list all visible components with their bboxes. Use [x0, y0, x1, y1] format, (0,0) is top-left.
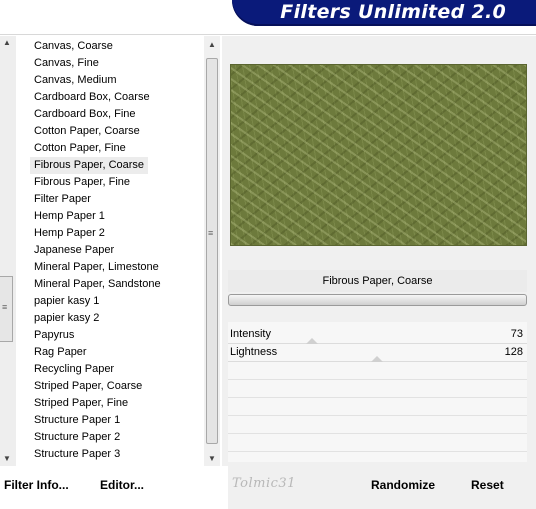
- grip-icon: ≡: [2, 302, 8, 312]
- filter-info-button[interactable]: Filter Info...: [4, 478, 69, 492]
- filter-list-scroll-thumb[interactable]: ≡: [206, 58, 218, 444]
- grip-icon: ≡: [208, 228, 214, 238]
- selected-filter-name: Fibrous Paper, Coarse: [228, 270, 527, 292]
- scroll-down-arrow-icon[interactable]: ▼: [3, 454, 11, 463]
- filter-list-scrollbar[interactable]: ▲ ≡ ▼: [204, 36, 220, 466]
- empty-parameter-row: [228, 362, 527, 380]
- window-title: Filters Unlimited 2.0: [280, 1, 506, 23]
- category-scrollbar[interactable]: ▲ ≡ ▼: [0, 36, 16, 466]
- filter-list-item[interactable]: Fibrous Paper, Fine: [30, 174, 134, 191]
- intensity-value: 73: [510, 328, 523, 340]
- editor-button[interactable]: Editor...: [100, 478, 144, 492]
- empty-parameter-row: [228, 416, 527, 434]
- title-banner: Filters Unlimited 2.0: [232, 0, 536, 26]
- empty-parameter-row: [228, 380, 527, 398]
- filter-list-item[interactable]: Cardboard Box, Fine: [30, 106, 140, 123]
- lightness-value: 128: [504, 346, 523, 358]
- empty-parameter-row: [228, 434, 527, 452]
- filter-list-item[interactable]: Filter Paper: [30, 191, 95, 208]
- filter-list-item[interactable]: Canvas, Medium: [30, 72, 121, 89]
- filter-list-item[interactable]: Mineral Paper, Sandstone: [30, 276, 165, 293]
- filter-list-item[interactable]: Fibrous Paper, Coarse: [30, 157, 149, 174]
- reset-button[interactable]: Reset: [471, 478, 504, 492]
- randomize-button[interactable]: Randomize: [371, 478, 435, 492]
- filter-list-item[interactable]: Canvas, Fine: [30, 55, 103, 72]
- filter-list-item[interactable]: Structure Paper 3: [30, 446, 124, 463]
- filter-list-item[interactable]: Mineral Paper, Limestone: [30, 259, 163, 276]
- filter-list-item[interactable]: Cardboard Box, Coarse: [30, 89, 154, 106]
- filter-list-item[interactable]: Canvas, Coarse: [30, 38, 117, 55]
- preview-image: [230, 64, 527, 246]
- filter-list-item[interactable]: Structure Paper 1: [30, 412, 124, 429]
- filter-list-item[interactable]: Hemp Paper 2: [30, 225, 109, 242]
- parameter-sliders: Intensity 73 Lightness 128: [228, 322, 527, 462]
- signature-watermark: Tolmic31: [232, 476, 296, 491]
- empty-parameter-row: [228, 398, 527, 416]
- filter-list-item[interactable]: Japanese Paper: [30, 242, 118, 259]
- filter-list-item[interactable]: Cotton Paper, Coarse: [30, 123, 144, 140]
- scroll-down-arrow-icon[interactable]: ▼: [208, 454, 216, 463]
- filter-list-item[interactable]: papier kasy 2: [30, 310, 103, 327]
- intensity-label: Intensity: [230, 328, 271, 340]
- filter-list-item[interactable]: Cotton Paper, Fine: [30, 140, 130, 157]
- bottom-bar: Filter Info... Editor... Tolmic31 Random…: [0, 466, 536, 509]
- scroll-up-arrow-icon[interactable]: ▲: [3, 38, 11, 47]
- filter-list-item[interactable]: Papyrus: [30, 327, 78, 344]
- filter-list[interactable]: Canvas, Coarse Canvas, Fine Canvas, Medium…: [18, 36, 204, 466]
- filter-list-item[interactable]: Striped Paper, Fine: [30, 395, 132, 412]
- filter-list-item[interactable]: Structure Paper 2: [30, 429, 124, 446]
- title-divider: [0, 26, 536, 35]
- scroll-up-arrow-icon[interactable]: ▲: [208, 40, 216, 49]
- category-scroll-thumb[interactable]: ≡: [0, 276, 13, 342]
- filter-list-item[interactable]: Recycling Paper: [30, 361, 118, 378]
- filter-list-item[interactable]: Rag Paper: [30, 344, 91, 361]
- intensity-slider[interactable]: Intensity 73: [228, 326, 527, 344]
- lightness-slider[interactable]: Lightness 128: [228, 344, 527, 362]
- filter-list-item[interactable]: Striped Paper, Coarse: [30, 378, 146, 395]
- lightness-label: Lightness: [230, 346, 278, 358]
- filter-list-item[interactable]: papier kasy 1: [30, 293, 103, 310]
- filter-progress-bar: [228, 294, 527, 306]
- preview-panel: Fibrous Paper, Coarse Intensity 73 Light…: [222, 36, 536, 466]
- filter-list-item[interactable]: Hemp Paper 1: [30, 208, 109, 225]
